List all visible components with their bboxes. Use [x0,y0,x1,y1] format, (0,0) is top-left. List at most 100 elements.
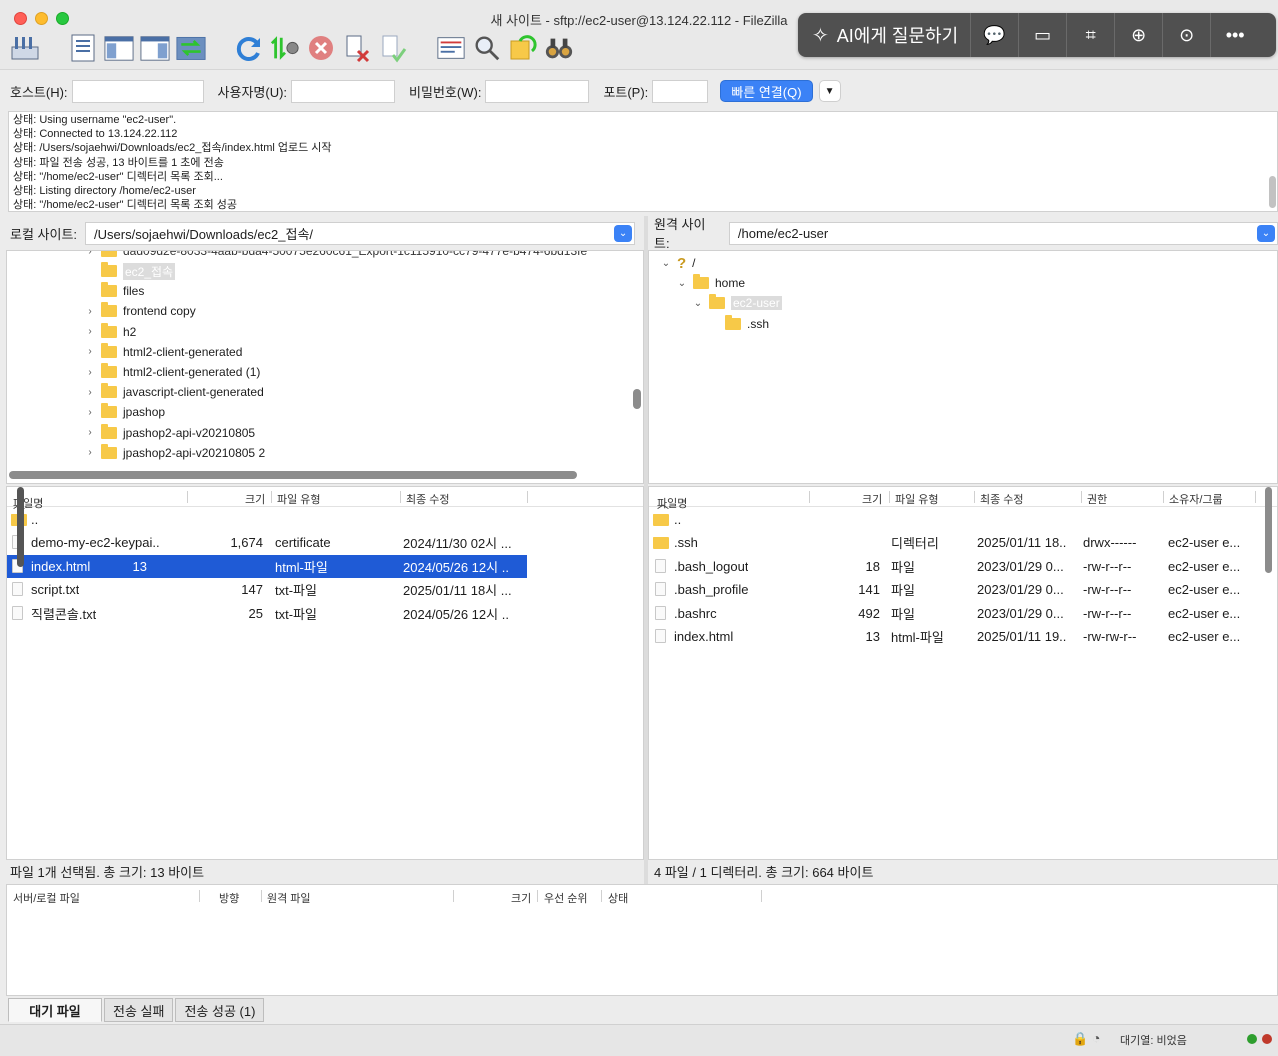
ai-zoom-button[interactable]: ⊕ [1115,13,1164,57]
compare-directories-button[interactable] [508,32,538,64]
tree-item[interactable]: › jpashop [83,402,165,422]
column-separator[interactable] [809,491,810,503]
tree-item[interactable]: › jpashop2-api-v20210805 2 [83,443,265,463]
tab-failed-transfers[interactable]: 전송 실패 [104,998,174,1022]
table-row[interactable]: .bashrc 492 파일 2023/01/29 0... -rw-r--r-- ec2… [649,602,1277,625]
table-row[interactable]: 직렬콘솔.txt 25 txt-파일 2024/05/26 12시 .. [7,602,643,625]
table-row[interactable]: .. [649,508,1277,531]
tree-item[interactable]: › h2 [83,322,136,342]
column-separator[interactable] [761,890,762,902]
ai-summary-button[interactable]: ▭ [1019,13,1068,57]
ai-chat-button[interactable]: 💬 [971,13,1020,57]
queue-column-priority[interactable]: 우선 순위 [544,890,588,906]
toggle-remote-tree-button[interactable] [140,32,170,64]
column-permissions[interactable]: 권한 [1087,491,1107,507]
column-separator[interactable] [1163,491,1164,503]
table-row[interactable]: .bash_logout 18 파일 2023/01/29 0... -rw-r--r-… [649,555,1277,578]
column-separator[interactable] [199,890,200,902]
refresh-button[interactable] [234,32,264,64]
column-separator[interactable] [974,491,975,503]
queue-column-local-file[interactable]: 서버/로컬 파일 [13,890,80,906]
remote-file-list-scrollbar[interactable] [1265,487,1272,573]
remote-directory-tree[interactable]: ⌄? / ⌄ home ⌄ ec2-user .ssh [648,250,1278,484]
column-type[interactable]: 파일 유형 [895,491,939,507]
table-row[interactable]: index.html 13 html-파일 2025/01/11 19.. -rw-rw… [649,625,1277,648]
ask-ai-button[interactable]: ✧ AI에게 질문하기 [798,13,972,57]
local-tree-hscroll[interactable] [9,471,577,479]
column-size[interactable]: 크기 [245,491,265,507]
port-input[interactable] [652,79,709,103]
local-directory-tree[interactable]: › dad09d2e-8033-4aab-bda4-50075e260c61_E… [6,250,644,484]
tree-item[interactable]: ⌄? / [659,253,696,273]
table-row[interactable]: script.txt 147 txt-파일 2025/01/11 18시 ... [7,578,643,601]
quickconnect-history-dropdown[interactable]: ▼ [818,80,841,102]
ai-download-button[interactable]: ⊙ [1163,13,1212,57]
column-type[interactable]: 파일 유형 [277,491,321,507]
column-separator[interactable] [271,491,272,503]
tree-item[interactable]: ⌄ home [675,273,745,293]
message-log[interactable]: 상태: Using username "ec2-user". 상태: Connec… [8,111,1278,212]
ai-more-button[interactable]: ••• [1211,13,1259,57]
column-size[interactable]: 크기 [862,491,882,507]
column-separator[interactable] [187,491,188,503]
remote-file-list[interactable]: 파일명 ︿ 크기 파일 유형 최종 수정 권한 소유자/그룹 .. .ssh 디렉터… [648,486,1278,860]
tree-item[interactable]: › html2-client-generated (1) [83,362,260,382]
local-path-input[interactable]: /Users/sojaehwi/Downloads/ec2_접속/ ⌄ [85,221,636,245]
toggle-sync-browsing-button[interactable] [472,32,502,64]
local-path-dropdown[interactable]: ⌄ [614,224,633,242]
table-row[interactable]: .. [7,508,643,531]
column-modified[interactable]: 최종 수정 [980,491,1024,507]
toggle-log-button[interactable] [68,32,98,64]
column-separator[interactable] [261,890,262,902]
column-owner[interactable]: 소유자/그룹 [1169,491,1223,507]
column-modified[interactable]: 최종 수정 [406,491,450,507]
tree-item-partial[interactable]: › dad09d2e-8033-4aab-bda4-50075e260c61_E… [83,251,587,261]
tree-item[interactable]: files [83,281,144,301]
tree-item[interactable]: › html2-client-generated [83,342,242,362]
transfer-queue[interactable]: 서버/로컬 파일 방향 원격 파일 크기 우선 순위 상태 [6,884,1278,996]
column-separator[interactable] [601,890,602,902]
username-input[interactable] [291,79,396,103]
column-separator[interactable] [400,491,401,503]
tree-item[interactable]: ec2_접속 [83,261,176,281]
queue-column-status[interactable]: 상태 [608,890,628,906]
remote-path-dropdown[interactable]: ⌄ [1257,224,1275,242]
queue-column-size[interactable]: 크기 [511,890,531,906]
local-tree-vscroll[interactable] [633,389,641,409]
disconnect-button[interactable] [342,32,372,64]
tree-item[interactable]: .ssh [707,314,769,334]
log-scrollbar[interactable] [1269,176,1276,208]
table-row[interactable]: .bash_profile 141 파일 2023/01/29 0... -rw-r--… [649,578,1277,601]
toggle-queue-button[interactable] [176,32,206,64]
site-manager-button[interactable] [10,32,40,64]
local-file-list[interactable]: 파일명 ︿ 크기 파일 유형 최종 수정 .. demo-my-ec2-keypa… [6,486,644,860]
tree-item[interactable]: › jpashop2-api-v20210805 [83,423,255,443]
queue-column-remote-file[interactable]: 원격 파일 [267,890,311,906]
column-separator[interactable] [889,491,890,503]
cancel-operation-button[interactable] [306,32,336,64]
speed-limit-icon[interactable]: ◔ [1092,1030,1100,1046]
quickconnect-button[interactable]: 빠른 연결(Q) [720,80,813,102]
column-separator[interactable] [1255,491,1256,503]
tree-item[interactable]: › frontend copy [83,301,196,321]
tab-queued-files[interactable]: 대기 파일 [8,998,102,1022]
tree-item[interactable]: › javascript-client-generated [83,382,264,402]
tree-item[interactable]: ⌄ ec2-user [691,293,782,313]
process-queue-button[interactable] [270,32,300,64]
table-row[interactable]: demo-my-ec2-keypai.. 1,674 certificate 2024… [7,531,643,554]
password-input[interactable] [485,79,590,103]
column-separator[interactable] [537,890,538,902]
table-row[interactable]: index.html 13 html-파일 2024/05/26 12시 .. [7,554,527,578]
toggle-local-tree-button[interactable] [104,32,134,64]
search-remote-files-button[interactable] [544,32,574,64]
directory-filter-button[interactable] [436,32,466,64]
ai-crop-button[interactable]: ⌗ [1067,13,1116,57]
column-separator[interactable] [1081,491,1082,503]
local-file-list-scrollbar[interactable] [17,487,24,567]
queue-column-direction[interactable]: 방향 [219,890,239,906]
remote-path-input[interactable]: /home/ec2-user ⌄ [728,221,1278,245]
column-separator[interactable] [527,491,528,503]
reconnect-button[interactable] [378,32,408,64]
table-row[interactable]: .ssh 디렉터리 2025/01/11 18.. drwx------ ec2-use… [649,531,1277,554]
column-separator[interactable] [453,890,454,902]
